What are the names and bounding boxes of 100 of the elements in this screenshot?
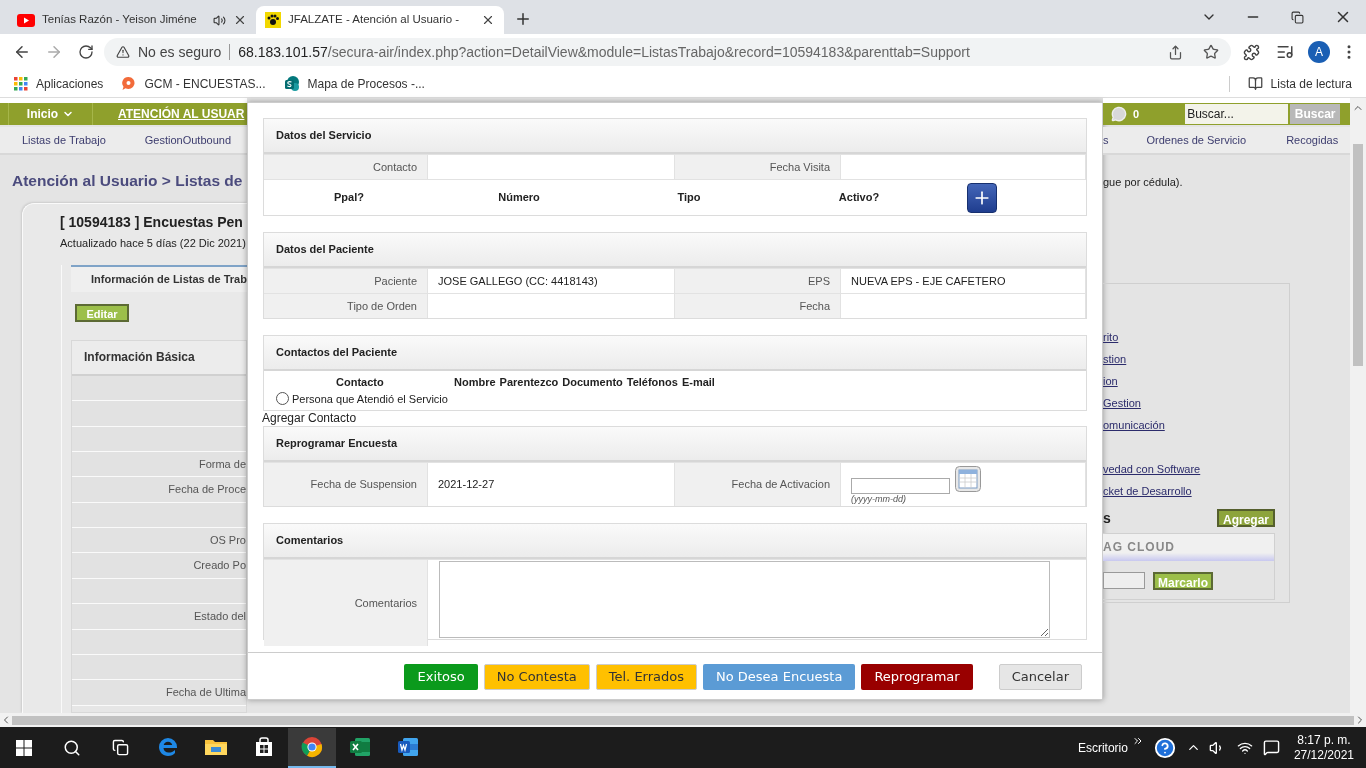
row-label: Creado Po [193, 558, 246, 574]
share-icon[interactable] [1168, 44, 1183, 60]
bookmark-star-icon[interactable] [1203, 44, 1219, 60]
comments-field[interactable] [439, 561, 1050, 638]
nav-link[interactable]: Recogidas [1286, 131, 1339, 149]
radio-label: Persona que Atendió el Servicio [292, 391, 448, 407]
nav-link[interactable]: GestionOutbound [144, 131, 231, 149]
search-field[interactable]: Buscar... [1185, 104, 1289, 124]
desktop-label[interactable]: Escritorio [1077, 738, 1128, 757]
side-link[interactable]: rito [1103, 329, 1119, 346]
new-tab-icon[interactable] [514, 10, 532, 28]
field-label: Fecha [675, 294, 841, 318]
horizontal-scrollbar-thumb[interactable] [12, 715, 1354, 725]
tab-title: Tenías Razón - Yeison Jiméne [42, 12, 197, 28]
video-play-icon [17, 13, 35, 27]
windows-start-icon[interactable] [16, 739, 32, 756]
field-label: Tipo de Orden [264, 294, 428, 318]
field-label: Fecha Visita [675, 155, 841, 179]
field-label: Contacto [264, 155, 428, 179]
restore-icon[interactable] [1291, 10, 1304, 24]
bookmark-link[interactable]: Mapa de Procesos -... [283, 74, 425, 93]
address-bar[interactable]: No es seguro 68.183.101.57/secura-air/index.php?action=DetailView&module=ListasTrabajo&record=10594183&parenttab=Support [104, 38, 1231, 66]
chrome-icon [301, 735, 323, 758]
paw-icon [265, 12, 281, 28]
close-icon[interactable] [233, 13, 247, 27]
browser-tab[interactable]: JFALZATE - Atención al Usuario - [256, 6, 504, 34]
section-header: Comentarios [264, 524, 1086, 559]
chat-bubble-icon [121, 76, 137, 91]
reading-list-button[interactable]: Lista de lectura [1247, 74, 1352, 93]
column-heading: Activo? [837, 190, 881, 206]
field-label: Fecha de Activacion [675, 463, 841, 506]
tag-field[interactable] [1103, 572, 1145, 589]
reading-list-icon [1247, 76, 1263, 91]
field-label: Paciente [264, 269, 428, 293]
section-header: Reprogramar Encuesta [264, 427, 1086, 462]
nav-link[interactable]: s [1103, 131, 1109, 149]
taskbar-app-button[interactable] [288, 727, 336, 768]
close-icon[interactable] [481, 13, 495, 27]
radio-button[interactable] [276, 392, 289, 406]
action-button[interactable]: No Contesta [483, 664, 590, 690]
record-title: [ 10594183 ] Encuestas Pen [60, 213, 244, 233]
extensions-icon[interactable] [1243, 43, 1260, 61]
url-text: 68.183.101.57/secura-air/index.php?action=DetailView&module=ListasTrabajo&record=10594183&parenttab=Support [238, 42, 970, 62]
column-heading: Nombre [454, 375, 496, 390]
side-link[interactable]: ion [1103, 373, 1118, 390]
row-label: Estado del [194, 609, 246, 625]
column-heading: Número [497, 190, 541, 206]
task-view-icon[interactable] [111, 739, 129, 756]
action-button[interactable]: Exitoso [404, 664, 478, 690]
profile-avatar[interactable]: A [1308, 41, 1330, 63]
action-button[interactable]: Cancelar [998, 664, 1082, 690]
edge-browser-icon [157, 735, 179, 758]
column-heading: Ppal? [333, 190, 365, 206]
section-heading: s [1103, 508, 1111, 528]
side-link[interactable]: cket de Desarrollo [1103, 483, 1192, 500]
side-link[interactable]: Gestion [1103, 395, 1141, 412]
calendar-icon[interactable] [955, 466, 981, 492]
section-header: Contactos del Paciente [264, 336, 1086, 371]
side-link[interactable]: vedad con Software [1103, 461, 1201, 478]
action-button[interactable]: Reprogramar [861, 664, 973, 690]
notifications-icon[interactable] [1262, 739, 1280, 756]
side-link[interactable]: omunicación [1103, 417, 1165, 434]
scrollbar-thumb[interactable] [1353, 144, 1363, 366]
date-text: 27/12/2021 [1293, 747, 1354, 763]
action-button[interactable]: Tel. Errados [595, 664, 697, 690]
back-icon[interactable] [13, 43, 31, 61]
add-contact-link[interactable]: Agregar Contacto [262, 411, 357, 426]
speaker-icon[interactable] [213, 13, 226, 27]
table-header: Información Básica [72, 340, 246, 376]
shopping-bag-icon [253, 735, 275, 758]
column-heading: E-mail [681, 375, 715, 390]
row-label: Fecha de Ultima [165, 685, 246, 701]
breadcrumb: Atención al Usuario > Listas de [12, 171, 244, 191]
search-icon[interactable] [63, 738, 81, 757]
spreadsheet-app-icon [349, 735, 371, 758]
help-icon[interactable] [1153, 736, 1176, 759]
bookmark-link[interactable]: GCM - ENCUESTAS... [121, 74, 266, 93]
date-field[interactable] [851, 478, 950, 494]
security-label: No es seguro [138, 42, 222, 62]
warning-icon [116, 45, 130, 59]
clock[interactable]: 8:17 p. m. 27/12/2021 [1293, 732, 1354, 763]
bookmark-link[interactable]: Aplicaciones [14, 74, 104, 93]
side-link[interactable]: stion [1103, 351, 1127, 368]
reload-icon[interactable] [78, 44, 94, 60]
section-header: Datos del Servicio [264, 119, 1086, 154]
nav-link[interactable]: Ordenes de Servicio [1146, 131, 1247, 149]
updated-text: Actualizado hace 5 días (22 Dic 2021) [60, 236, 247, 252]
add-button[interactable] [967, 182, 997, 213]
tag-cloud-header: AG CLOUD [1103, 533, 1274, 561]
column-heading: Parentezco [499, 375, 559, 390]
row-label: Fecha de Proce [168, 482, 246, 498]
section-header: Datos del Paciente [264, 233, 1086, 268]
media-control-icon[interactable] [1276, 43, 1294, 61]
column-heading: Documento [562, 375, 623, 390]
record-tab[interactable]: Información de Listas de Trab [71, 264, 247, 292]
nav-link[interactable]: Listas de Trabajo [22, 131, 106, 149]
date-format-hint: (yyyy-mm-dd) [851, 494, 907, 505]
row-label: Forma de [198, 456, 246, 472]
hint-text: gue por cédula). [1103, 175, 1184, 190]
column-heading: Tipo [676, 190, 702, 206]
